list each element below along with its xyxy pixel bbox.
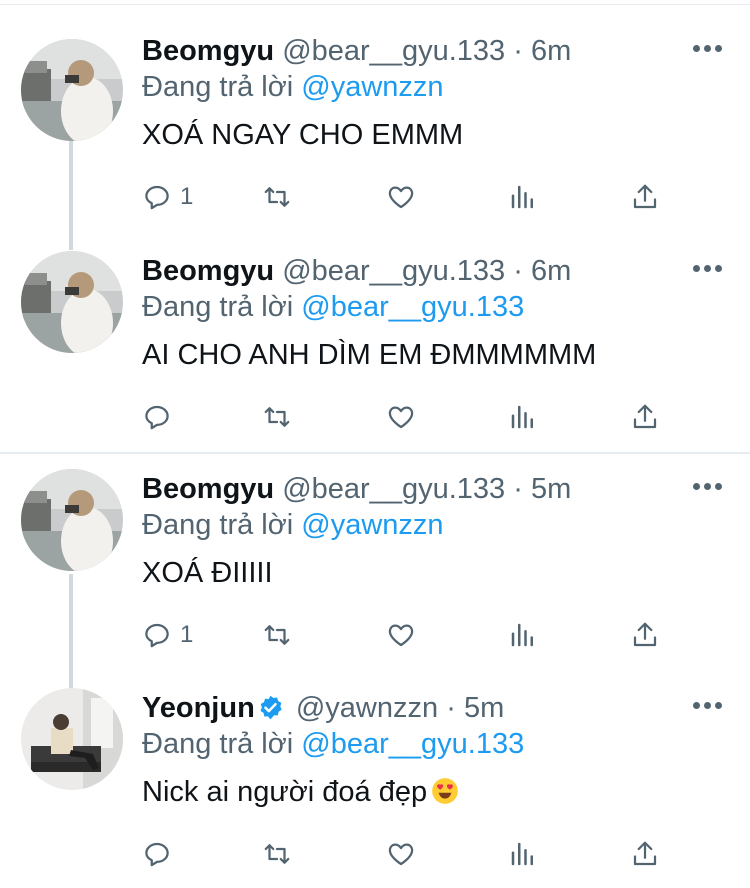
more-icon[interactable] [693,483,723,495]
share-button[interactable] [630,397,660,437]
more-icon[interactable] [693,45,723,57]
share-button[interactable] [630,834,660,874]
mention-link[interactable]: @bear__gyu.133 [301,291,524,323]
more-icon[interactable] [693,702,723,714]
replying-to: Đang trả lời @yawnzzn [142,69,444,105]
timestamp[interactable]: 5m [531,473,571,505]
display-name[interactable]: Beomgyu [142,255,274,287]
analytics-button[interactable] [508,397,538,437]
reply-button[interactable]: 1 [142,177,193,217]
tweet-3[interactable]: Beomgyu @bear__gyu.133 · 5m Đang trả lời… [0,469,750,669]
tweet-4[interactable]: Yeonjun @yawnzzn · 5m Đang trả lời @bear… [0,688,750,888]
tweet-divider [0,452,750,454]
tweet-1[interactable]: Beomgyu @bear__gyu.133 · 6m Đang trả lời… [0,31,750,231]
reply-icon [145,405,169,430]
share-button[interactable] [630,615,660,655]
analytics-icon [511,185,533,209]
replying-to: Đang trả lời @bear__gyu.133 [142,726,524,762]
replying-label: Đang trả lời [142,291,294,323]
user-handle[interactable]: @yawnzzn [296,692,438,724]
reply-button[interactable] [142,834,180,874]
action-bar: 1 [142,615,682,655]
reply-count: 1 [180,183,194,210]
share-icon [633,841,657,866]
mention-link[interactable]: @yawnzzn [301,509,443,541]
like-button[interactable] [386,834,416,874]
analytics-button[interactable] [508,615,538,655]
reply-button[interactable] [142,397,180,437]
display-name[interactable]: Yeonjun [142,692,255,724]
analytics-icon [511,842,533,866]
mention-link[interactable]: @bear__gyu.133 [301,728,524,760]
like-icon [388,624,414,647]
replying-to: Đang trả lời @bear__gyu.133 [142,289,524,325]
replying-label: Đang trả lời [142,71,294,103]
timestamp[interactable]: 6m [531,255,571,287]
display-name[interactable]: Beomgyu [142,35,274,67]
tweet-text: AI CHO ANH DÌM EM ĐMMMMMM [142,339,597,371]
top-divider [0,4,750,5]
user-handle[interactable]: @bear__gyu.133 [282,473,505,505]
tweet-header: Beomgyu @bear__gyu.133 · 6m [142,31,571,71]
display-name[interactable]: Beomgyu [142,473,274,505]
avatar-beomgyu[interactable] [21,469,123,571]
tweet-2[interactable]: Beomgyu @bear__gyu.133 · 6m Đang trả lời… [0,251,750,451]
reply-button[interactable]: 1 [142,615,193,655]
separator-dot: · [513,35,523,67]
like-button[interactable] [386,177,416,217]
reply-count: 1 [180,621,194,648]
avatar-yeonjun[interactable] [21,688,123,790]
tweet-text: XOÁ ĐIIIII [142,557,273,589]
like-icon [388,843,414,866]
separator-dot: · [446,692,456,724]
reply-icon [145,842,169,867]
retweet-button[interactable] [262,177,292,217]
retweet-button[interactable] [262,397,292,437]
reply-icon [145,185,169,210]
retweet-icon [264,407,290,427]
share-icon [633,184,657,209]
retweet-icon [264,844,290,864]
tweet-header: Beomgyu @bear__gyu.133 · 6m [142,251,571,291]
like-icon [388,406,414,429]
analytics-icon [511,623,533,647]
like-icon [388,186,414,209]
retweet-button[interactable] [262,615,292,655]
retweet-button[interactable] [262,834,292,874]
retweet-icon [264,625,290,645]
replying-to: Đang trả lời @yawnzzn [142,507,444,543]
replying-label: Đang trả lời [142,728,294,760]
reply-icon [145,623,169,648]
heart-eyes-emoji [432,778,458,804]
analytics-icon [511,405,533,429]
replying-label: Đang trả lời [142,509,294,541]
tweet-text-content: Nick ai người đoá đẹp [142,776,428,808]
mention-link[interactable]: @yawnzzn [301,71,443,103]
like-button[interactable] [386,397,416,437]
action-bar: 1 [142,177,682,217]
user-handle[interactable]: @bear__gyu.133 [282,35,505,67]
user-handle[interactable]: @bear__gyu.133 [282,255,505,287]
avatar-beomgyu[interactable] [21,251,123,353]
retweet-icon [264,187,290,207]
action-bar [142,834,682,874]
share-button[interactable] [630,177,660,217]
share-icon [633,404,657,429]
share-icon [633,622,657,647]
analytics-button[interactable] [508,834,538,874]
avatar-beomgyu[interactable] [21,39,123,141]
timestamp[interactable]: 5m [464,692,504,724]
separator-dot: · [513,473,523,505]
separator-dot: · [513,255,523,287]
analytics-button[interactable] [508,177,538,217]
tweet-header: Beomgyu @bear__gyu.133 · 5m [142,469,571,509]
tweet-header: Yeonjun @yawnzzn · 5m [142,688,504,728]
timestamp[interactable]: 6m [531,35,571,67]
tweet-text: Nick ai người đoá đẹp [142,772,459,812]
verified-badge-icon [260,695,282,720]
like-button[interactable] [386,615,416,655]
more-icon[interactable] [693,265,723,277]
action-bar [142,397,682,437]
tweet-text: XOÁ NGAY CHO EMMM [142,119,464,151]
